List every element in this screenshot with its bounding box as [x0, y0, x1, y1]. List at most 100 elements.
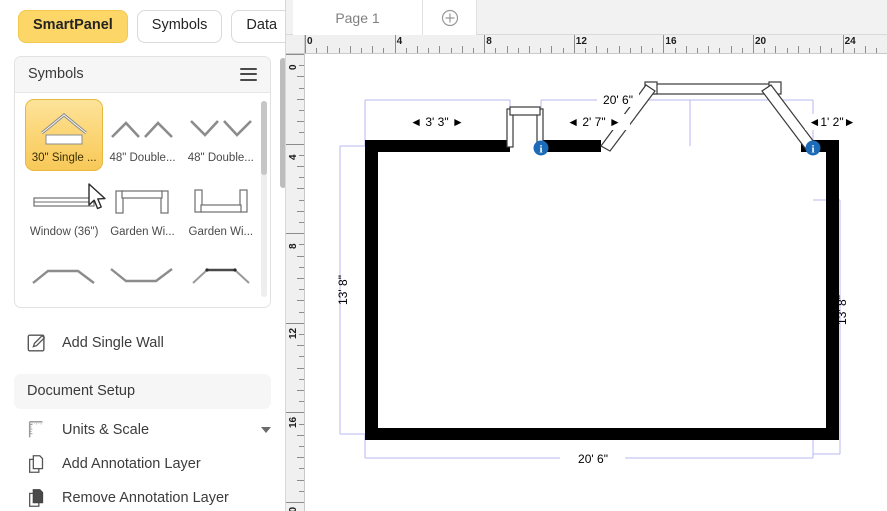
ruler-label: 12 [288, 327, 299, 339]
ruler-label: 12 [575, 36, 587, 47]
smart-panel: SmartPanel Symbols Data ✖ Symbols [0, 0, 286, 511]
ruler-tick [297, 255, 304, 257]
symbol-tile-door-double-down[interactable]: 48" Double... [182, 99, 260, 171]
tab-symbols[interactable]: Symbols [136, 10, 223, 43]
symbol-tile-bay-angled[interactable] [182, 247, 260, 307]
dimension-right-door: ◄ 2' 7" ► [567, 115, 621, 129]
ruler-label: 0 [288, 64, 299, 70]
ruler-tick [286, 412, 304, 414]
menu-item-add-single-wall[interactable]: Add Single Wall [0, 326, 285, 360]
ruler-tick [297, 434, 304, 436]
wall-top-middle[interactable] [541, 140, 601, 152]
ruler-tick [372, 46, 374, 53]
symbol-label: Window (36") [29, 226, 99, 238]
ruler-tick [349, 46, 351, 53]
ruler-tick [596, 46, 598, 53]
ruler-label: 4 [396, 36, 403, 47]
mouse-cursor-icon [88, 183, 106, 210]
add-page-button[interactable] [423, 0, 477, 35]
ruler-tick [286, 502, 304, 503]
ruler-tick [417, 46, 418, 53]
ruler-tick [820, 46, 822, 53]
dimension-left-door: ◄ 3' 3" ► [410, 115, 464, 129]
ruler-label: 16 [665, 36, 677, 47]
floor-plan-drawing[interactable]: i i ◄ 3' 3" ► ◄ 2' 7" ► 20' 6" ◄1' 2"► 1… [305, 54, 887, 511]
symbol-tile-door-double-up[interactable]: 48" Double... [103, 99, 181, 171]
wall-bottom[interactable] [365, 428, 839, 440]
ruler-tick [297, 479, 304, 481]
add-layer-icon [29, 455, 44, 473]
ruler-tick [286, 233, 304, 235]
symbols-scroll-region[interactable]: 30" Single ... 48" Double... 48" Double.… [15, 93, 270, 307]
walls[interactable] [365, 140, 839, 440]
ruler-tick [297, 390, 304, 391]
symbols-scrollbar-thumb[interactable] [261, 101, 267, 175]
symbols-scrollbar-track[interactable] [261, 101, 267, 297]
ruler-tick [663, 35, 665, 53]
bay-angled-icon [192, 268, 250, 284]
dimension-top-overall: 20' 6" [603, 93, 633, 107]
ruler-tick [297, 300, 304, 302]
menu-item-add-annotation-layer[interactable]: Add Annotation Layer [0, 447, 285, 481]
chevron-down-icon[interactable] [261, 427, 271, 433]
ruler-tick [439, 46, 441, 53]
svg-text:i: i [539, 144, 542, 156]
symbol-tile-garden-window-down[interactable]: Garden Wi... [182, 173, 260, 245]
garden-window-up-icon [115, 190, 170, 214]
dimension-guides [339, 99, 841, 459]
menu-item-label: Units & Scale [62, 422, 150, 438]
wall-top-left[interactable] [365, 140, 510, 152]
ruler-tick [297, 278, 304, 279]
symbol-tile-door-single[interactable]: 30" Single ... [25, 99, 104, 171]
ruler-tick [842, 35, 844, 53]
symbol-label: 48" Double... [109, 152, 176, 164]
tab-data[interactable]: Data [231, 10, 285, 43]
ruler-tick [286, 322, 304, 324]
ruler-tick [775, 46, 777, 53]
ruler-tick [286, 143, 304, 145]
ruler-label: 20 [755, 36, 767, 47]
ruler-tick [797, 46, 799, 53]
wall-left[interactable] [365, 140, 378, 440]
section-header-document-setup: Document Setup [14, 374, 271, 409]
plus-circle-icon [441, 9, 458, 26]
horizontal-ruler[interactable]: 0 4 8 12 16 20 24 [305, 35, 887, 54]
ruler-tick [529, 46, 530, 53]
dimension-right-height: 13' 8" [835, 295, 849, 325]
dimension-bottom-overall: 20' 6" [578, 452, 608, 466]
ruler-tick [297, 166, 304, 167]
vertical-ruler[interactable]: 0 4 8 12 16 20 [286, 54, 305, 511]
svg-text:i: i [811, 144, 814, 156]
menu-item-units-and-scale[interactable]: Units & Scale [0, 413, 285, 447]
hamburger-icon[interactable] [240, 67, 257, 81]
ruler-tick [297, 188, 304, 190]
symbols-grid: 30" Single ... 48" Double... 48" Double.… [15, 99, 270, 307]
ruler-tick [506, 46, 508, 53]
ruler-label: 4 [288, 154, 299, 160]
ruler-tick [394, 35, 396, 53]
ruler-tick [461, 46, 463, 53]
symbol-label: Garden Wi... [110, 226, 175, 238]
ruler-tick [753, 35, 754, 53]
wall-right[interactable] [826, 140, 839, 440]
tab-smartpanel[interactable]: SmartPanel [18, 10, 128, 43]
menu-item-label: Add Single Wall [62, 335, 164, 351]
symbol-tile-bay-arc-up[interactable] [25, 247, 103, 307]
ruler-tick [618, 46, 620, 53]
symbols-card-header: Symbols [15, 57, 270, 93]
ruler-tick [305, 35, 306, 53]
symbol-label: 48" Double... [187, 152, 254, 164]
ruler-tick [297, 367, 304, 369]
ruler-label: 24 [844, 36, 856, 47]
door-double-down-icon [189, 120, 252, 137]
ruler-tick [327, 46, 329, 53]
ruler-label: 16 [288, 417, 299, 429]
tab-page-1[interactable]: Page 1 [293, 0, 423, 35]
symbol-tile-bay-arc-down[interactable] [103, 247, 181, 307]
symbol-label: Garden Wi... [188, 226, 254, 238]
ruler-label: 0 [307, 36, 313, 47]
menu-item-remove-annotation-layer[interactable]: Remove Annotation Layer [0, 481, 285, 511]
dimension-left-height: 13' 8" [336, 275, 350, 305]
panel-tab-bar: SmartPanel Symbols Data ✖ [0, 0, 285, 52]
symbol-tile-garden-window-up[interactable]: Garden Wi... [103, 173, 181, 245]
